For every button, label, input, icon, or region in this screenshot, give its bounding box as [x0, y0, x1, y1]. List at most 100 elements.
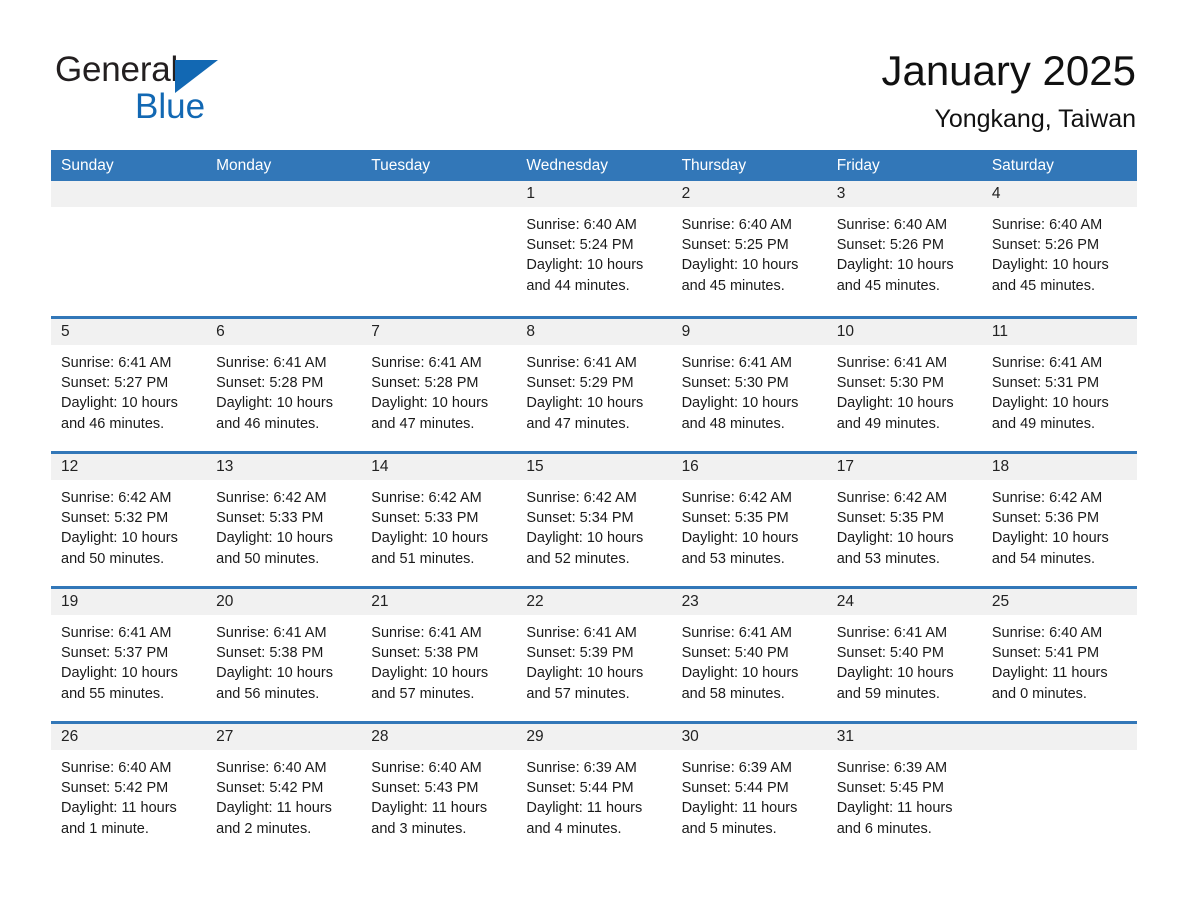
day-cell[interactable]: 23 Sunrise: 6:41 AM Sunset: 5:40 PM Dayl…	[671, 589, 827, 721]
daylight-text-line2: and 46 minutes.	[216, 415, 320, 432]
day-cell[interactable]: 29 Sunrise: 6:39 AM Sunset: 5:44 PM Dayl…	[516, 724, 672, 856]
daylight-text-line2: and 54 minutes.	[991, 550, 1096, 567]
day-cell[interactable]: 12 Sunrise: 6:42 AM Sunset: 5:32 PM Dayl…	[51, 454, 207, 586]
brand-name-general: General	[55, 50, 179, 89]
day-cell[interactable]: 16 Sunrise: 6:42 AM Sunset: 5:35 PM Dayl…	[671, 454, 827, 586]
day-number: 1	[516, 181, 672, 207]
daylight-text-line1: Daylight: 11 hours	[681, 800, 798, 817]
day-cell	[206, 181, 362, 316]
day-cell[interactable]: 10 Sunrise: 6:41 AM Sunset: 5:30 PM Dayl…	[826, 319, 982, 451]
day-details: Sunrise: 6:41 AM Sunset: 5:28 PM Dayligh…	[206, 345, 361, 434]
page-header: General Blue January 2025 Yongkang, Taiw…	[0, 0, 1188, 150]
daylight-text-line2: and 48 minutes.	[681, 415, 785, 432]
day-cell[interactable]: 13 Sunrise: 6:42 AM Sunset: 5:33 PM Dayl…	[206, 454, 362, 586]
day-details: Sunrise: 6:42 AM Sunset: 5:32 PM Dayligh…	[51, 480, 206, 569]
daylight-text-line1: Daylight: 10 hours	[216, 395, 334, 412]
day-details	[361, 207, 516, 215]
day-number: 14	[361, 454, 517, 480]
day-number: 20	[206, 589, 362, 615]
day-number	[206, 181, 362, 207]
day-number	[981, 724, 1137, 750]
week-row: 26 Sunrise: 6:40 AM Sunset: 5:42 PM Dayl…	[51, 721, 1137, 856]
day-number: 11	[981, 319, 1137, 345]
daylight-text-line2: and 2 minutes.	[216, 820, 312, 837]
day-number: 4	[981, 181, 1137, 207]
day-cell[interactable]: 6 Sunrise: 6:41 AM Sunset: 5:28 PM Dayli…	[206, 319, 362, 451]
sunrise-text: Sunrise: 6:41 AM	[836, 355, 948, 371]
weekday-friday: Friday	[836, 157, 880, 174]
daylight-text-line1: Daylight: 10 hours	[216, 665, 334, 682]
day-cell[interactable]: 4 Sunrise: 6:40 AM Sunset: 5:26 PM Dayli…	[981, 181, 1137, 316]
day-cell	[51, 181, 207, 316]
daylight-text-line1: Daylight: 10 hours	[836, 665, 954, 682]
day-number: 8	[516, 319, 672, 345]
day-details: Sunrise: 6:41 AM Sunset: 5:30 PM Dayligh…	[672, 345, 827, 434]
day-cell[interactable]: 27 Sunrise: 6:40 AM Sunset: 5:42 PM Dayl…	[206, 724, 362, 856]
daylight-text-line1: Daylight: 11 hours	[61, 800, 177, 817]
day-details: Sunrise: 6:41 AM Sunset: 5:38 PM Dayligh…	[361, 615, 516, 704]
week-row: 1 Sunrise: 6:40 AM Sunset: 5:24 PM Dayli…	[51, 181, 1137, 316]
daylight-text-line2: and 1 minute.	[61, 820, 149, 837]
day-cell[interactable]: 19 Sunrise: 6:41 AM Sunset: 5:37 PM Dayl…	[51, 589, 207, 721]
sunrise-text: Sunrise: 6:42 AM	[216, 490, 327, 506]
sunset-text: Sunset: 5:34 PM	[526, 510, 634, 527]
sunset-text: Sunset: 5:28 PM	[216, 375, 324, 392]
day-details: Sunrise: 6:40 AM Sunset: 5:41 PM Dayligh…	[982, 615, 1137, 704]
daylight-text-line2: and 0 minutes.	[991, 685, 1087, 702]
sunset-text: Sunset: 5:27 PM	[61, 375, 169, 392]
sunrise-text: Sunrise: 6:42 AM	[991, 490, 1103, 506]
daylight-text-line1: Daylight: 10 hours	[216, 530, 334, 547]
day-cell[interactable]: 7 Sunrise: 6:41 AM Sunset: 5:28 PM Dayli…	[361, 319, 517, 451]
week-row: 12 Sunrise: 6:42 AM Sunset: 5:32 PM Dayl…	[51, 451, 1137, 586]
generalblue-logo: General Blue	[55, 44, 315, 126]
daylight-text-line1: Daylight: 10 hours	[681, 395, 799, 412]
day-details	[51, 207, 206, 215]
weekday-tuesday: Tuesday	[371, 157, 431, 174]
day-cell[interactable]: 5 Sunrise: 6:41 AM Sunset: 5:27 PM Dayli…	[51, 319, 207, 451]
day-cell[interactable]: 24 Sunrise: 6:41 AM Sunset: 5:40 PM Dayl…	[826, 589, 982, 721]
sunrise-text: Sunrise: 6:41 AM	[681, 355, 792, 371]
sunrise-text: Sunrise: 6:41 AM	[836, 625, 948, 641]
day-cell[interactable]: 31 Sunrise: 6:39 AM Sunset: 5:45 PM Dayl…	[826, 724, 982, 856]
day-cell[interactable]: 9 Sunrise: 6:41 AM Sunset: 5:30 PM Dayli…	[671, 319, 827, 451]
day-number: 2	[671, 181, 827, 207]
day-cell[interactable]: 14 Sunrise: 6:42 AM Sunset: 5:33 PM Dayl…	[361, 454, 517, 586]
day-cell[interactable]: 17 Sunrise: 6:42 AM Sunset: 5:35 PM Dayl…	[826, 454, 982, 586]
day-cell[interactable]: 18 Sunrise: 6:42 AM Sunset: 5:36 PM Dayl…	[981, 454, 1137, 586]
day-number: 15	[516, 454, 672, 480]
day-details: Sunrise: 6:41 AM Sunset: 5:27 PM Dayligh…	[51, 345, 206, 434]
sunrise-text: Sunrise: 6:41 AM	[371, 625, 482, 641]
day-cell[interactable]: 15 Sunrise: 6:42 AM Sunset: 5:34 PM Dayl…	[516, 454, 672, 586]
day-cell[interactable]: 11 Sunrise: 6:41 AM Sunset: 5:31 PM Dayl…	[981, 319, 1137, 451]
daylight-text-line1: Daylight: 10 hours	[61, 665, 178, 682]
day-cell[interactable]: 1 Sunrise: 6:40 AM Sunset: 5:24 PM Dayli…	[516, 181, 672, 316]
sunset-text: Sunset: 5:25 PM	[681, 237, 789, 254]
daylight-text-line1: Daylight: 10 hours	[61, 395, 178, 412]
daylight-text-line2: and 57 minutes.	[371, 685, 475, 702]
day-cell[interactable]: 3 Sunrise: 6:40 AM Sunset: 5:26 PM Dayli…	[826, 181, 982, 316]
daylight-text-line1: Daylight: 11 hours	[991, 665, 1108, 682]
day-details: Sunrise: 6:42 AM Sunset: 5:33 PM Dayligh…	[361, 480, 516, 569]
daylight-text-line2: and 3 minutes.	[371, 820, 467, 837]
day-details: Sunrise: 6:42 AM Sunset: 5:35 PM Dayligh…	[672, 480, 827, 569]
day-number: 27	[206, 724, 362, 750]
day-number: 31	[826, 724, 982, 750]
sunset-text: Sunset: 5:40 PM	[836, 645, 944, 662]
day-cell[interactable]: 25 Sunrise: 6:40 AM Sunset: 5:41 PM Dayl…	[981, 589, 1137, 721]
day-cell[interactable]: 21 Sunrise: 6:41 AM Sunset: 5:38 PM Dayl…	[361, 589, 517, 721]
day-details: Sunrise: 6:40 AM Sunset: 5:24 PM Dayligh…	[516, 207, 671, 296]
day-cell[interactable]: 2 Sunrise: 6:40 AM Sunset: 5:25 PM Dayli…	[671, 181, 827, 316]
daylight-text-line1: Daylight: 10 hours	[681, 257, 799, 274]
day-cell[interactable]: 26 Sunrise: 6:40 AM Sunset: 5:42 PM Dayl…	[51, 724, 207, 856]
page-subtitle: Yongkang, Taiwan	[934, 105, 1136, 133]
day-cell[interactable]: 22 Sunrise: 6:41 AM Sunset: 5:39 PM Dayl…	[516, 589, 672, 721]
day-details: Sunrise: 6:39 AM Sunset: 5:44 PM Dayligh…	[672, 750, 827, 839]
day-cell[interactable]: 8 Sunrise: 6:41 AM Sunset: 5:29 PM Dayli…	[516, 319, 672, 451]
daylight-text-line2: and 4 minutes.	[526, 820, 622, 837]
day-cell[interactable]: 30 Sunrise: 6:39 AM Sunset: 5:44 PM Dayl…	[671, 724, 827, 856]
sunrise-text: Sunrise: 6:40 AM	[836, 217, 948, 233]
day-cell[interactable]: 28 Sunrise: 6:40 AM Sunset: 5:43 PM Dayl…	[361, 724, 517, 856]
weekday-wednesday: Wednesday	[526, 157, 608, 174]
day-cell[interactable]: 20 Sunrise: 6:41 AM Sunset: 5:38 PM Dayl…	[206, 589, 362, 721]
day-number: 24	[826, 589, 982, 615]
